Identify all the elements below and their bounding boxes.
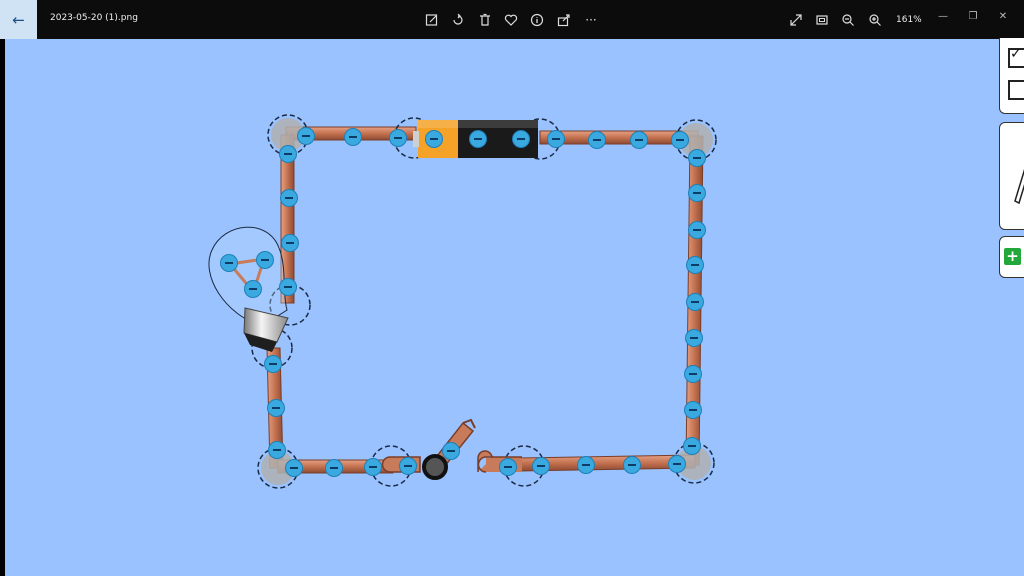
electron-minus-sign xyxy=(369,466,377,468)
electron-minus-sign xyxy=(273,449,281,451)
electron-minus-sign xyxy=(290,467,298,469)
electron-minus-sign xyxy=(673,463,681,465)
switch-pivot xyxy=(422,454,448,480)
electron-minus-sign xyxy=(693,229,701,231)
battery-terminal xyxy=(413,131,419,147)
electron-minus-sign xyxy=(330,467,338,469)
electron-minus-sign xyxy=(249,288,257,290)
electron-minus-sign xyxy=(593,139,601,141)
electron-minus-sign xyxy=(269,363,277,365)
wires xyxy=(266,126,704,474)
electron-minus-sign xyxy=(689,373,697,375)
electron-minus-sign xyxy=(693,192,701,194)
electron-minus-sign xyxy=(691,301,699,303)
electron-minus-sign xyxy=(474,138,482,140)
electron-minus-sign xyxy=(676,139,684,141)
circuit-diagram xyxy=(208,114,717,489)
electron-minus-sign xyxy=(693,157,701,159)
electron-minus-sign xyxy=(284,286,292,288)
electron-minus-sign xyxy=(635,139,643,141)
electron-minus-sign xyxy=(302,135,310,137)
electron-minus-sign xyxy=(689,409,697,411)
electron-minus-sign xyxy=(286,242,294,244)
electron-minus-sign xyxy=(285,197,293,199)
electron-minus-sign xyxy=(225,262,233,264)
electron-minus-sign xyxy=(628,464,636,466)
electron-minus-sign xyxy=(349,136,357,138)
electron-minus-sign xyxy=(504,466,512,468)
electron-minus-sign xyxy=(430,138,438,140)
electron-minus-sign xyxy=(404,465,412,467)
electron-minus-sign xyxy=(552,138,560,140)
electron-minus-sign xyxy=(691,264,699,266)
electron-minus-sign xyxy=(394,137,402,139)
electron-minus-sign xyxy=(447,450,455,452)
electron-minus-sign xyxy=(261,259,269,261)
electron-minus-sign xyxy=(688,445,696,447)
electron-minus-sign xyxy=(517,138,525,140)
electron-minus-sign xyxy=(537,465,545,467)
electron-minus-sign xyxy=(284,153,292,155)
electron-minus-sign xyxy=(272,407,280,409)
electron-minus-sign xyxy=(582,464,590,466)
electron-minus-sign xyxy=(690,337,698,339)
junctions xyxy=(251,114,717,489)
